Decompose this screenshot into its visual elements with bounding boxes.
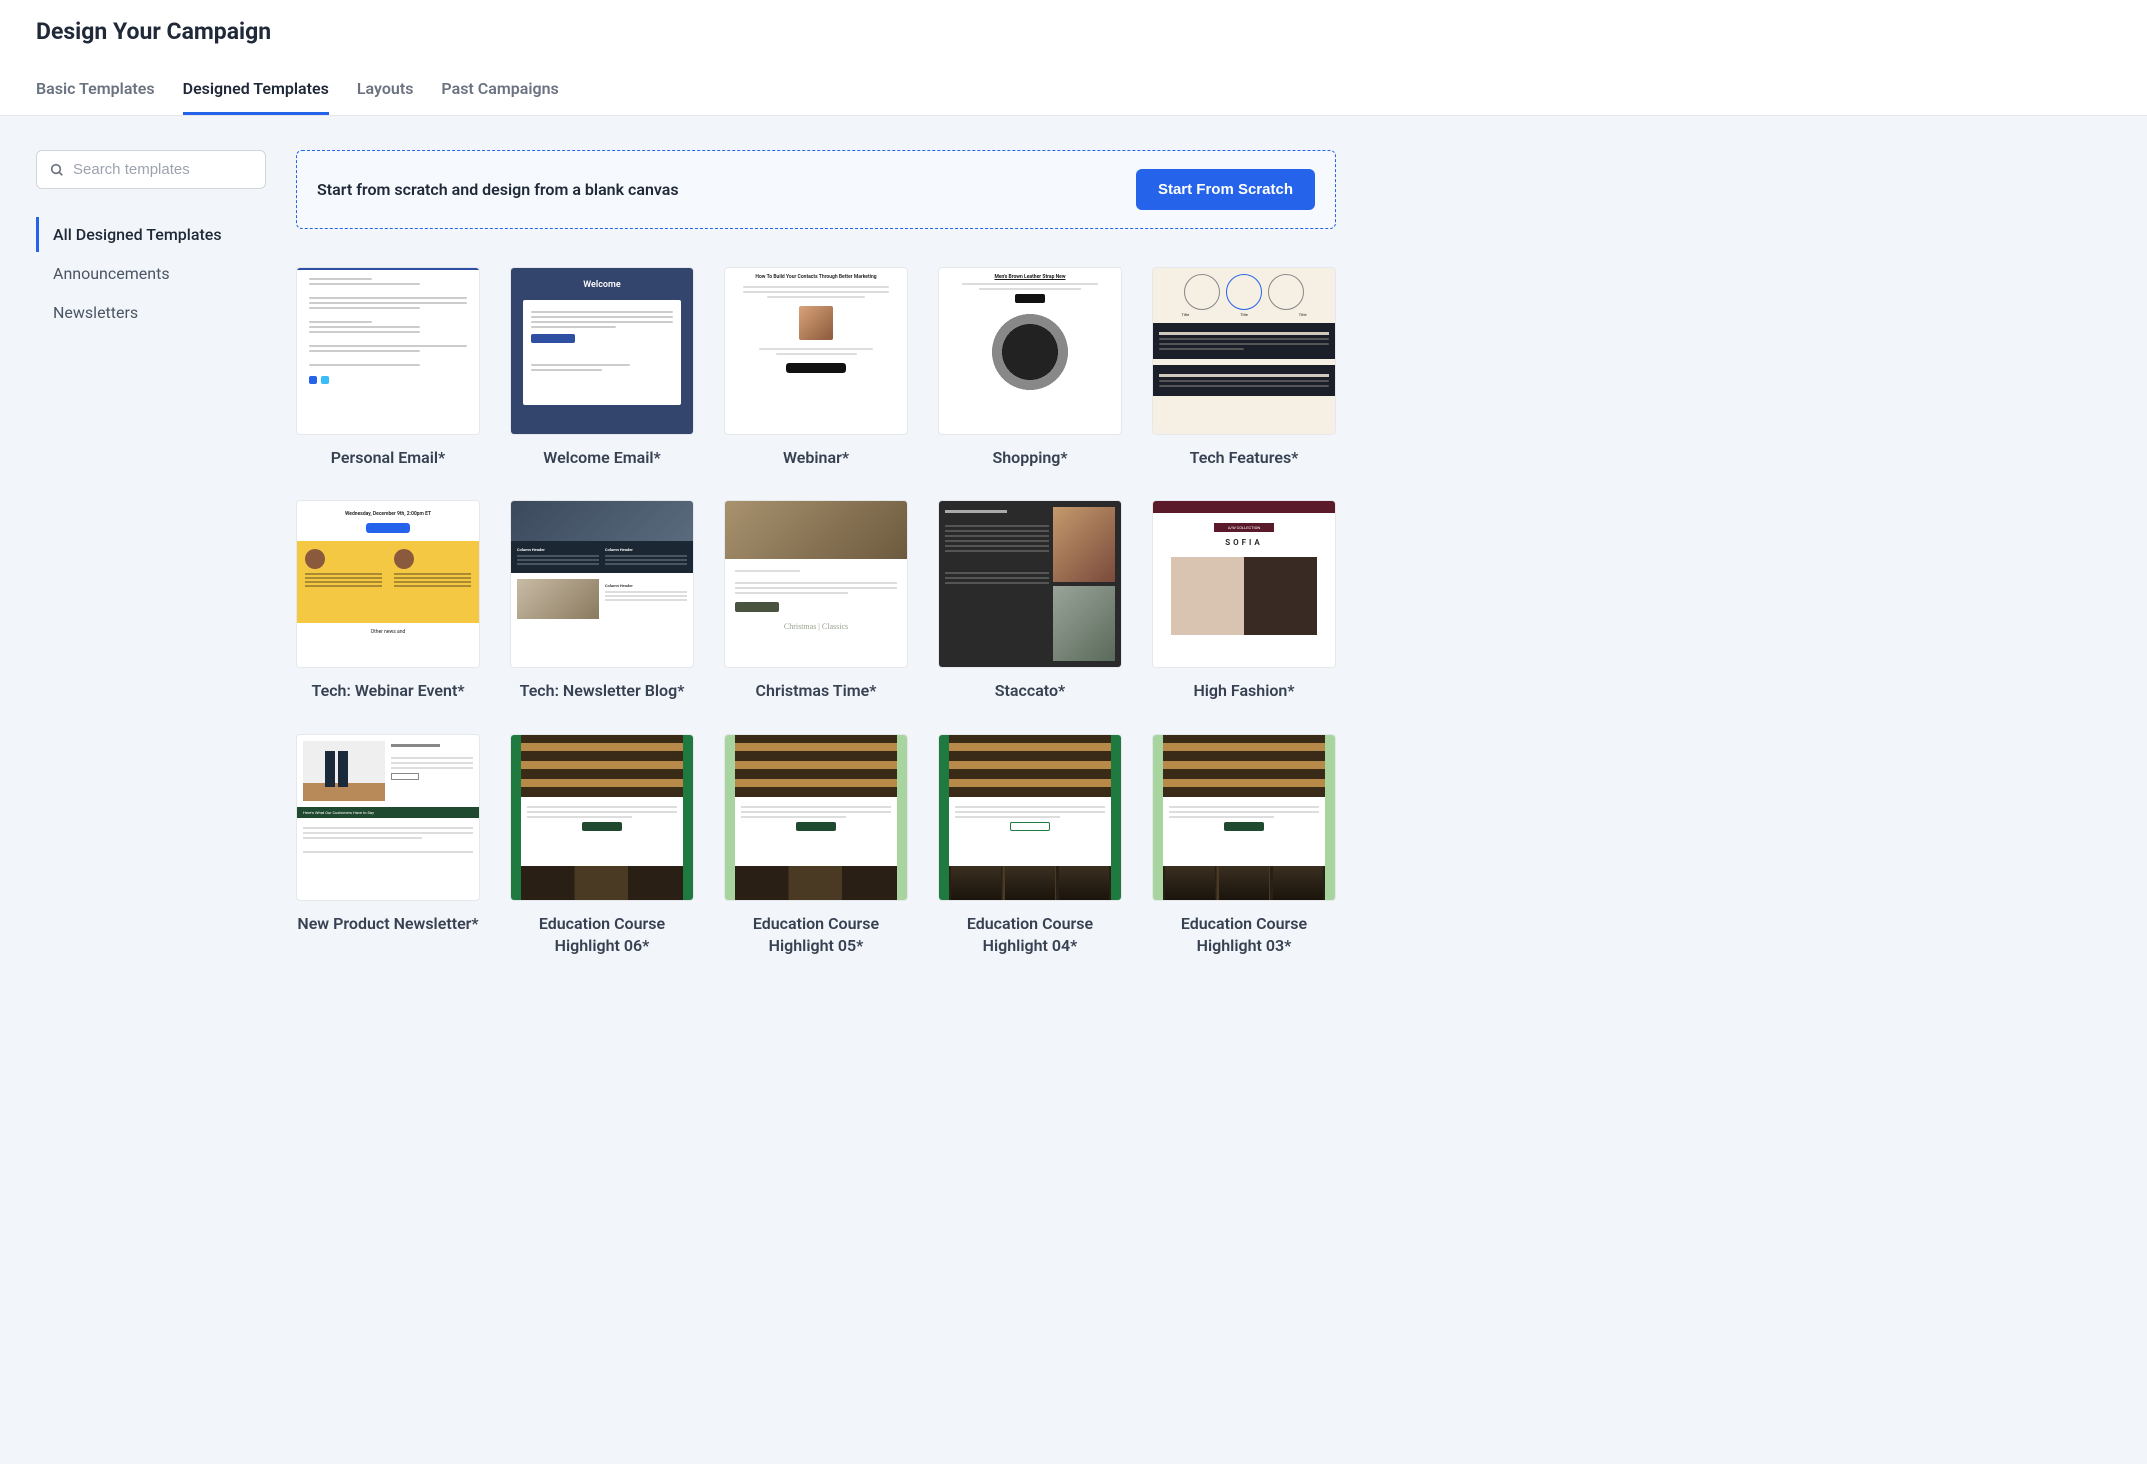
template-title: Staccato* — [938, 680, 1122, 702]
template-card[interactable]: Men's Brown Leather Strap New Shopping* — [938, 267, 1122, 468]
tabs: Basic Templates Designed Templates Layouts… — [36, 73, 2111, 115]
template-card[interactable]: TitleTitleTitle Tech Features* — [1152, 267, 1336, 468]
template-card[interactable]: Education Course Highlight 05* — [724, 734, 908, 957]
template-title: High Fashion* — [1152, 680, 1336, 702]
template-thumbnail: Christmas | Classics — [724, 500, 908, 668]
start-from-scratch-button[interactable]: Start From Scratch — [1136, 169, 1315, 210]
template-card[interactable]: Education Course Highlight 04* — [938, 734, 1122, 957]
template-card[interactable]: Here's What Our Customers Have to Say Ne… — [296, 734, 480, 957]
template-thumbnail: How To Build Your Contacts Through Bette… — [724, 267, 908, 435]
template-card[interactable]: Staccato* — [938, 500, 1122, 701]
search-input[interactable] — [73, 161, 253, 178]
tab-layouts[interactable]: Layouts — [357, 73, 414, 115]
template-card[interactable]: Education Course Highlight 03* — [1152, 734, 1336, 957]
template-thumbnail: A/W COLLECTIONSOFIA — [1152, 500, 1336, 668]
template-card[interactable]: Christmas | Classics Christmas Time* — [724, 500, 908, 701]
template-thumbnail: Wednesday, December 9th, 2:00pm ET Other… — [296, 500, 480, 668]
template-title: Education Course Highlight 03* — [1152, 913, 1336, 956]
main: Start from scratch and design from a bla… — [296, 150, 1336, 1424]
template-card[interactable]: Welcome Welcome Email* — [510, 267, 694, 468]
template-thumbnail: Column Header Column Header Column Heade… — [510, 500, 694, 668]
template-thumbnail — [1152, 734, 1336, 902]
template-thumbnail — [938, 500, 1122, 668]
search-box[interactable] — [36, 150, 266, 189]
template-thumbnail: TitleTitleTitle — [1152, 267, 1336, 435]
template-thumbnail: Here's What Our Customers Have to Say — [296, 734, 480, 902]
tab-past-campaigns[interactable]: Past Campaigns — [441, 73, 558, 115]
template-card[interactable]: A/W COLLECTIONSOFIA High Fashion* — [1152, 500, 1336, 701]
template-thumbnail — [510, 734, 694, 902]
template-thumbnail — [724, 734, 908, 902]
template-title: Tech Features* — [1152, 447, 1336, 469]
template-card[interactable]: Education Course Highlight 06* — [510, 734, 694, 957]
template-title: Shopping* — [938, 447, 1122, 469]
template-title: Education Course Highlight 06* — [510, 913, 694, 956]
template-card[interactable]: How To Build Your Contacts Through Bette… — [724, 267, 908, 468]
template-title: Christmas Time* — [724, 680, 908, 702]
filter-all-designed-templates[interactable]: All Designed Templates — [36, 217, 266, 252]
template-title: Tech: Newsletter Blog* — [510, 680, 694, 702]
template-title: Personal Email* — [296, 447, 480, 469]
tab-basic-templates[interactable]: Basic Templates — [36, 73, 155, 115]
template-title: New Product Newsletter* — [296, 913, 480, 935]
template-thumbnail: Welcome — [510, 267, 694, 435]
filter-newsletters[interactable]: Newsletters — [36, 295, 266, 330]
filter-announcements[interactable]: Announcements — [36, 256, 266, 291]
template-title: Tech: Webinar Event* — [296, 680, 480, 702]
template-title: Education Course Highlight 05* — [724, 913, 908, 956]
template-grid: Personal Email*Welcome Welcome Email*How… — [296, 267, 1336, 957]
template-thumbnail — [938, 734, 1122, 902]
search-icon — [49, 162, 65, 178]
scratch-box: Start from scratch and design from a bla… — [296, 150, 1336, 229]
template-thumbnail: Men's Brown Leather Strap New — [938, 267, 1122, 435]
scratch-text: Start from scratch and design from a bla… — [317, 180, 679, 199]
tab-designed-templates[interactable]: Designed Templates — [183, 73, 329, 115]
sidebar: All Designed Templates Announcements Newsl… — [36, 150, 266, 1424]
template-thumbnail — [296, 267, 480, 435]
template-card[interactable]: Wednesday, December 9th, 2:00pm ET Other… — [296, 500, 480, 701]
template-title: Education Course Highlight 04* — [938, 913, 1122, 956]
template-card[interactable]: Personal Email* — [296, 267, 480, 468]
filter-list: All Designed Templates Announcements Newsl… — [36, 217, 266, 330]
page-title: Design Your Campaign — [36, 18, 2111, 45]
template-title: Welcome Email* — [510, 447, 694, 469]
template-card[interactable]: Column Header Column Header Column Heade… — [510, 500, 694, 701]
template-title: Webinar* — [724, 447, 908, 469]
